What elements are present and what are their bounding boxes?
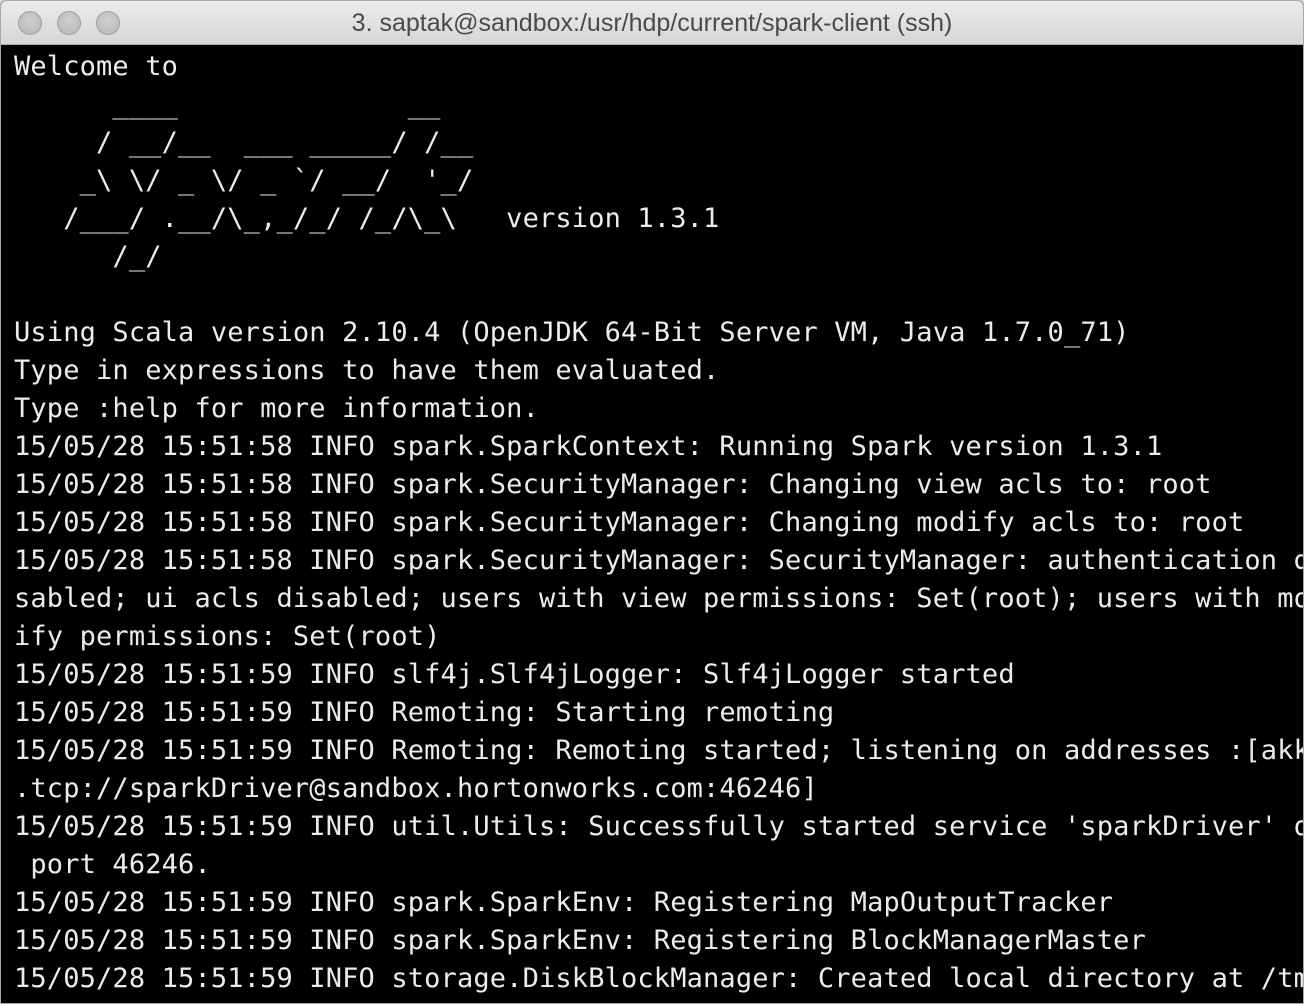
terminal-line: /_/ [14,241,162,272]
terminal-line: 15/05/28 15:51:59 INFO util.Utils: Succe… [14,811,1303,842]
terminal-line: Type :help for more information. [14,393,539,424]
terminal-line: Welcome to [14,51,179,82]
terminal-line: / __/__ ___ _____/ /__ [14,127,474,158]
terminal-line: _\ \/ _ \/ _ `/ __/ '_/ [14,165,474,196]
terminal-output[interactable]: Welcome to ____ __ / __/__ ___ _____/ /_… [1,45,1303,1003]
terminal-line: 15/05/28 15:51:59 INFO spark.SparkEnv: R… [14,887,1114,918]
terminal-line: Using Scala version 2.10.4 (OpenJDK 64-B… [14,317,1130,348]
terminal-line: 15/05/28 15:51:58 INFO spark.SparkContex… [14,431,1163,462]
terminal-line: ____ __ [14,89,441,120]
terminal-line: sabled; ui acls disabled; users with vie… [14,583,1303,614]
terminal-line: 15/05/28 15:51:58 INFO spark.SecurityMan… [14,545,1303,576]
terminal-line: 15/05/28 15:51:58 INFO spark.SecurityMan… [14,469,1212,500]
terminal-line: 15/05/28 15:51:59 INFO Remoting: Remotin… [14,735,1303,766]
terminal-line: 15/05/28 15:51:58 INFO spark.SecurityMan… [14,507,1245,538]
terminal-line: ify permissions: Set(root) [14,621,441,652]
terminal-line: .tcp://sparkDriver@sandbox.hortonworks.c… [14,773,818,804]
terminal-window: 3. saptak@sandbox:/usr/hdp/current/spark… [0,0,1304,1004]
terminal-line: 15/05/28 15:51:59 INFO slf4j.Slf4jLogger… [14,659,1015,690]
title-bar[interactable]: 3. saptak@sandbox:/usr/hdp/current/spark… [1,1,1303,45]
terminal-line: 15/05/28 15:51:59 INFO storage.DiskBlock… [14,963,1303,994]
terminal-line: 15/05/28 15:51:59 INFO spark.SparkEnv: R… [14,925,1146,956]
terminal-line: port 46246. [14,849,211,880]
window-title: 3. saptak@sandbox:/usr/hdp/current/spark… [351,9,953,37]
terminal-line: Type in expressions to have them evaluat… [14,355,720,386]
terminal-line: 15/05/28 15:51:59 INFO Remoting: Startin… [14,697,835,728]
terminal-line: /___/ .__/\_,_/_/ /_/\_\ version 1.3.1 [14,203,720,234]
